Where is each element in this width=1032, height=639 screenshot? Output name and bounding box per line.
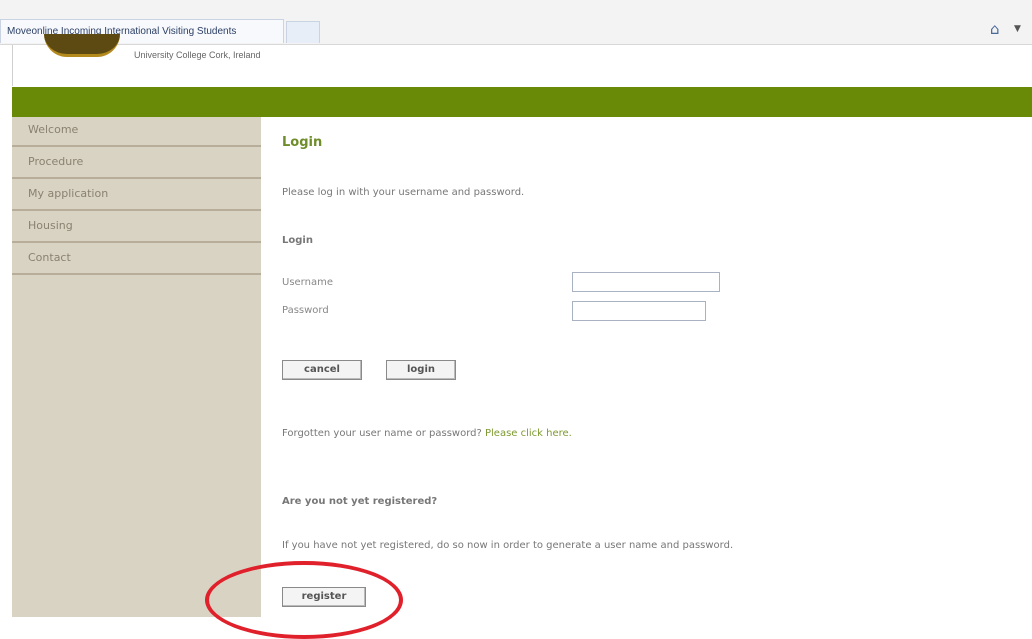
login-form-heading: Login bbox=[282, 235, 313, 246]
green-banner bbox=[12, 87, 1032, 117]
institution-name: University College Cork, Ireland bbox=[134, 50, 261, 60]
register-question: Are you not yet registered? bbox=[282, 496, 438, 507]
sidebar: Welcome Procedure My application Housing… bbox=[12, 117, 261, 617]
forgot-password-text: Forgotten your user name or password? Pl… bbox=[282, 428, 572, 439]
register-button[interactable]: register bbox=[282, 587, 366, 607]
cancel-button[interactable]: cancel bbox=[282, 360, 362, 380]
forgot-password-link[interactable]: Please click here. bbox=[485, 428, 572, 439]
sidebar-item-my-application[interactable]: My application bbox=[12, 181, 261, 211]
browser-tab-strip: Moveonline Incoming International Visiti… bbox=[0, 0, 1032, 45]
home-icon[interactable]: ⌂ bbox=[990, 20, 1000, 38]
login-button[interactable]: login bbox=[386, 360, 456, 380]
username-label: Username bbox=[282, 277, 333, 288]
university-logo bbox=[44, 34, 120, 57]
chevron-down-icon[interactable]: ▼ bbox=[1014, 24, 1021, 34]
new-tab-button[interactable] bbox=[286, 21, 320, 43]
register-instructions: If you have not yet registered, do so no… bbox=[282, 540, 734, 551]
password-label: Password bbox=[282, 305, 329, 316]
sidebar-item-housing[interactable]: Housing bbox=[12, 213, 261, 243]
sidebar-item-welcome[interactable]: Welcome bbox=[12, 117, 261, 147]
divider bbox=[12, 45, 13, 86]
login-intro: Please log in with your username and pas… bbox=[282, 187, 525, 198]
page-title: Login bbox=[282, 135, 323, 150]
main-content: Login Please log in with your username a… bbox=[262, 117, 1032, 617]
sidebar-item-contact[interactable]: Contact bbox=[12, 245, 261, 275]
browser-tab[interactable]: Moveonline Incoming International Visiti… bbox=[0, 19, 284, 43]
sidebar-item-procedure[interactable]: Procedure bbox=[12, 149, 261, 179]
password-input[interactable] bbox=[572, 301, 706, 321]
username-input[interactable] bbox=[572, 272, 720, 292]
forgot-password-prompt: Forgotten your user name or password? bbox=[282, 428, 482, 439]
